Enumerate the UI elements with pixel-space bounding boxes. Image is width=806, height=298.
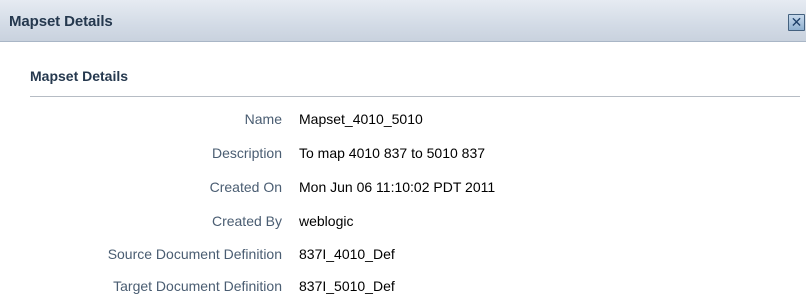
field-label-description: Description	[211, 145, 282, 161]
dialog-title: Mapset Details	[9, 13, 113, 30]
section-divider	[30, 96, 800, 97]
field-label-created-by: Created By	[211, 213, 282, 229]
field-value-source-document-definition: 837I_4010_Def	[299, 246, 395, 262]
field-label-name: Name	[244, 111, 282, 127]
mapset-details-dialog: Mapset Details ✕ Mapset Details Name Map…	[0, 0, 806, 296]
section-title: Mapset Details	[30, 68, 129, 84]
field-value-name: Mapset_4010_5010	[299, 111, 423, 127]
field-label-created-on: Created On	[209, 179, 282, 195]
close-button[interactable]: ✕	[788, 14, 805, 31]
field-value-description: To map 4010 837 to 5010 837	[299, 145, 486, 161]
dialog-titlebar[interactable]: Mapset Details ✕	[0, 0, 806, 42]
close-icon: ✕	[790, 14, 803, 30]
field-value-created-on: Mon Jun 06 11:10:02 PDT 2011	[299, 179, 496, 195]
field-label-target-document-definition: Target Document Definition	[113, 278, 282, 294]
field-value-created-by: weblogic	[299, 213, 354, 229]
field-label-source-document-definition: Source Document Definition	[107, 246, 282, 262]
field-value-target-document-definition: 837I_5010_Def	[299, 278, 395, 294]
